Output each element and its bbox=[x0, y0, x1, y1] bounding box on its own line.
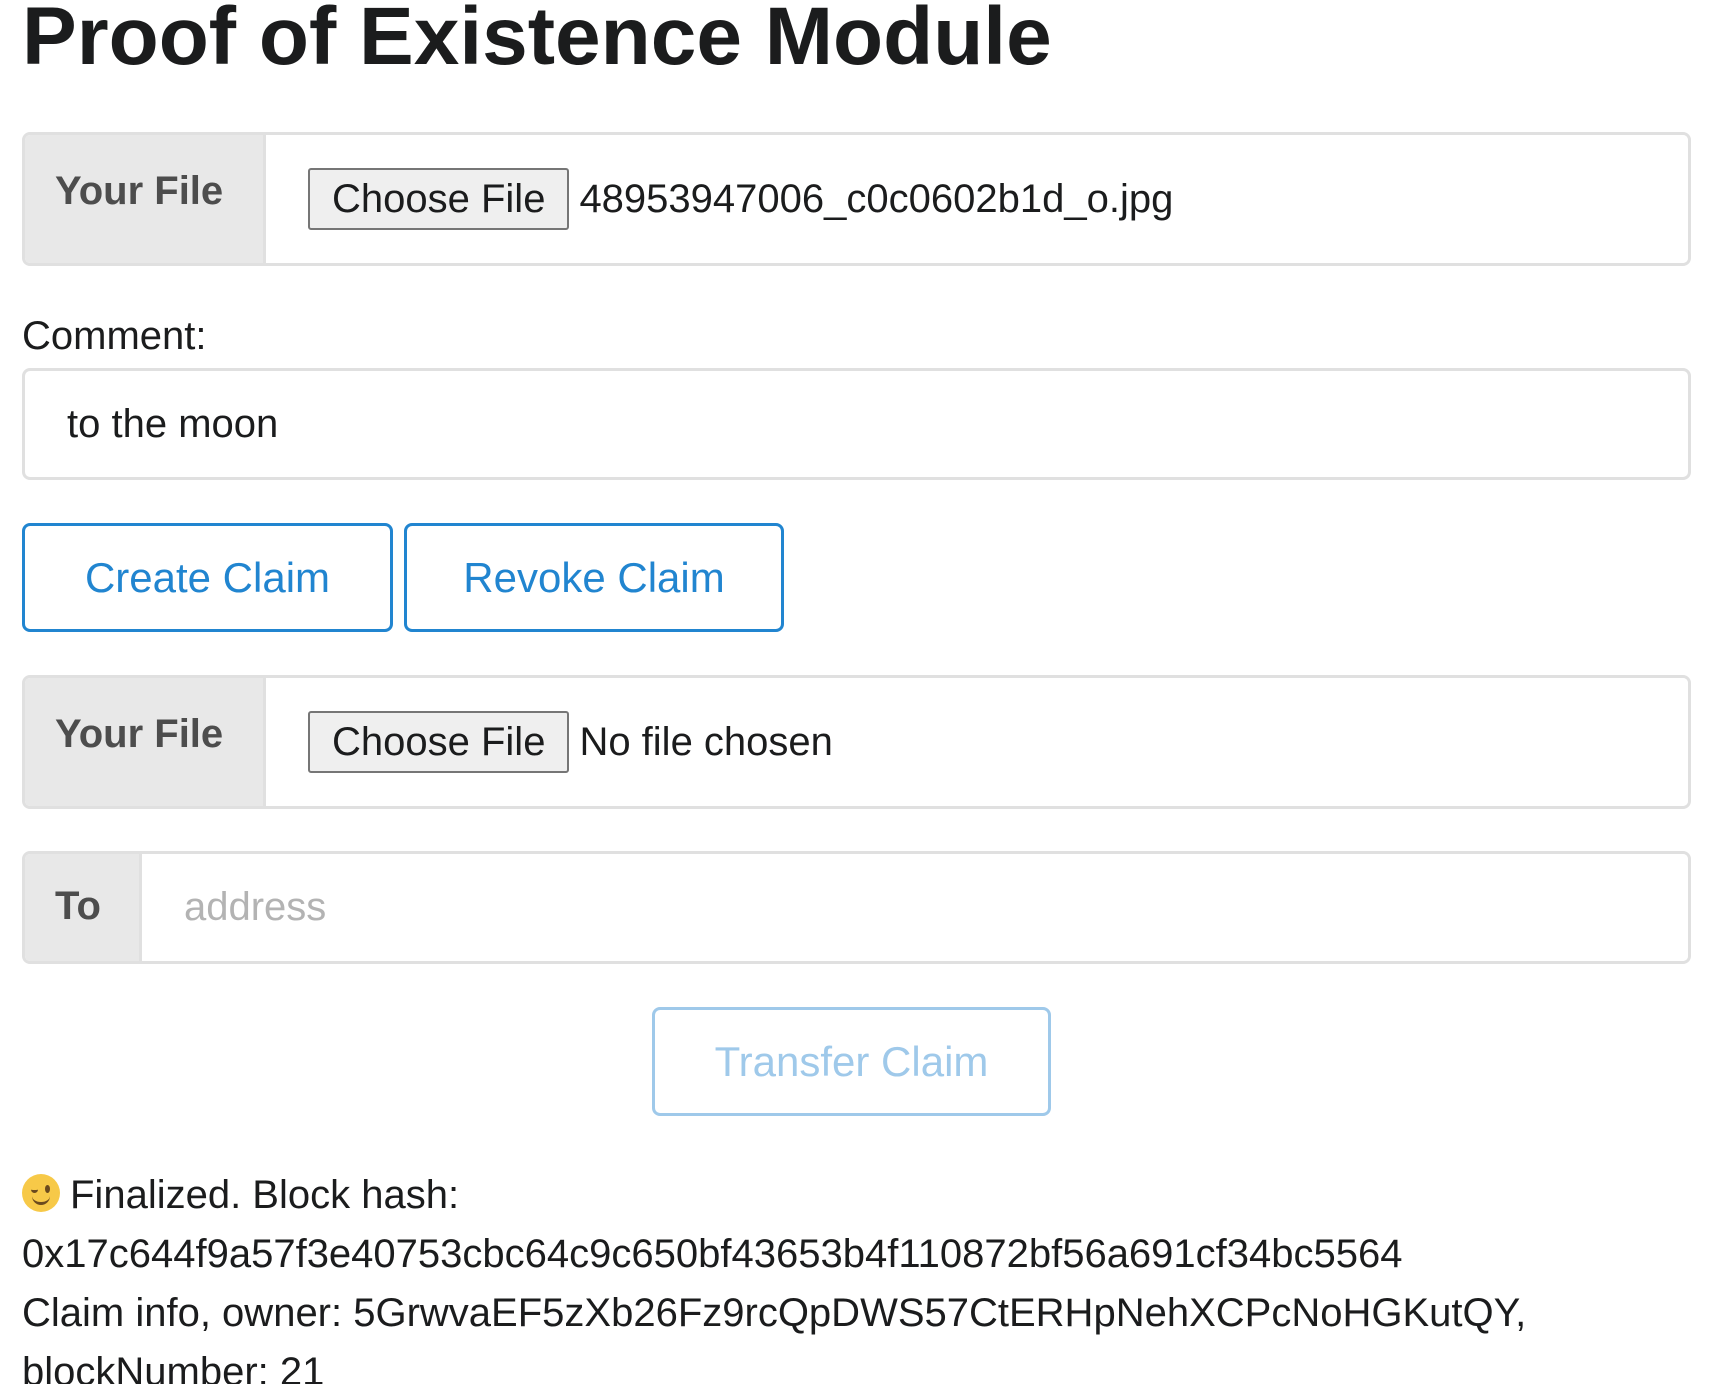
page: Proof of Existence Module Your File Choo… bbox=[0, 0, 1720, 1384]
page-title: Proof of Existence Module bbox=[22, 0, 1052, 82]
chosen-file-name-1: 48953947006_c0c0602b1d_o.jpg bbox=[579, 176, 1174, 221]
address-placeholder: address bbox=[184, 885, 327, 929]
file-input-label-2: Your File bbox=[25, 678, 263, 806]
comment-value: to the moon bbox=[67, 401, 279, 446]
winking-face-icon bbox=[22, 1174, 60, 1212]
finalized-text: Finalized. Block hash: bbox=[70, 1173, 460, 1217]
to-address-group: To address bbox=[22, 851, 1691, 964]
comment-input[interactable]: to the moon bbox=[22, 368, 1691, 480]
choose-file-button-1[interactable]: Choose File bbox=[308, 168, 570, 230]
file-input-1[interactable]: Choose File 48953947006_c0c0602b1d_o.jpg bbox=[263, 135, 1688, 263]
comment-label: Comment: bbox=[22, 314, 207, 358]
address-input[interactable]: address bbox=[139, 854, 1688, 961]
file-input-group-1: Your File Choose File 48953947006_c0c060… bbox=[22, 132, 1691, 266]
create-claim-button[interactable]: Create Claim bbox=[22, 523, 393, 632]
choose-file-button-2[interactable]: Choose File bbox=[308, 711, 570, 773]
block-hash: 0x17c644f9a57f3e40753cbc64c9c650bf43653b… bbox=[22, 1232, 1403, 1276]
status-line-finalized: Finalized. Block hash: bbox=[22, 1166, 1702, 1225]
chosen-file-name-2: No file chosen bbox=[579, 719, 833, 764]
claim-owner: Claim info, owner: 5GrwvaEF5zXb26Fz9rcQp… bbox=[22, 1291, 1527, 1335]
block-number: blockNumber: 21 bbox=[22, 1350, 325, 1384]
to-label: To bbox=[25, 854, 139, 961]
revoke-claim-button[interactable]: Revoke Claim bbox=[404, 523, 784, 632]
status-message: Finalized. Block hash: 0x17c644f9a57f3e4… bbox=[22, 1166, 1702, 1384]
file-input-2[interactable]: Choose File No file chosen bbox=[263, 678, 1688, 806]
file-input-label-1: Your File bbox=[25, 135, 263, 263]
transfer-claim-button[interactable]: Transfer Claim bbox=[652, 1007, 1051, 1116]
file-input-group-2: Your File Choose File No file chosen bbox=[22, 675, 1691, 809]
